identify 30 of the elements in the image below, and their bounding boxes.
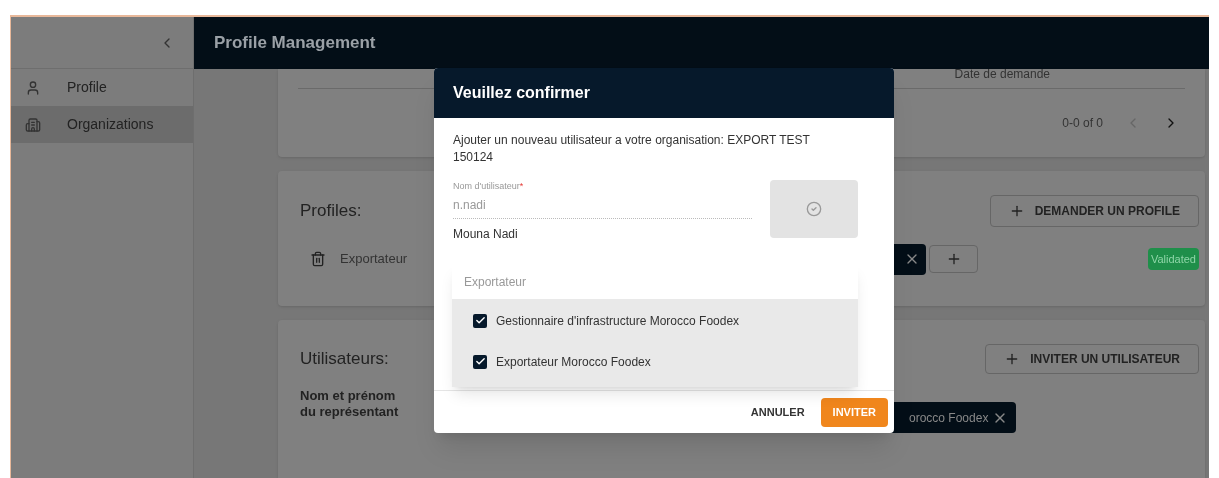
person-icon [25,79,41,96]
dropdown-option[interactable]: Gestionnaire d'infrastructure Morocco Foodex [452,300,858,341]
profile-name: Exportateur [340,250,409,269]
check-circle-icon [806,201,822,217]
invite-user-button[interactable]: INVITER UN UTILISATEUR [985,344,1199,374]
dialog-message: Ajouter un nouveau utilisateur a votre organisation: EXPORT TEST 150124 [453,132,811,166]
checkbox[interactable] [473,354,487,369]
invite-button[interactable]: INVITER [820,397,888,427]
pagination-text: 0-0 of 0 [1062,115,1103,132]
dialog-title: Veuillez confirmer [453,83,590,103]
add-button[interactable] [929,245,978,273]
section-title: Utilisateurs: [300,348,389,371]
section-title: Profiles: [300,200,362,223]
column-header: Date de demande [954,69,1050,83]
dropdown-search-field[interactable]: Exportateur [452,264,858,299]
checkbox[interactable] [473,313,487,328]
building-icon [25,116,41,133]
dropdown-option[interactable]: Exportateur Morocco Foodex [452,341,858,382]
trash-icon[interactable] [310,251,326,267]
check-button[interactable] [770,180,858,238]
field-value: n.nadi [453,196,487,214]
sidebar-item[interactable]: Profile [11,69,193,106]
request-profile-button[interactable]: DEMANDER UN PROFILE [989,195,1199,227]
field-label: Nom d'utilisateur [453,181,520,191]
cancel-button[interactable]: ANNULER [746,398,809,426]
sidebar-item[interactable]: Organizations [11,106,193,143]
column-header: Nom et prénom du représentant [300,388,400,420]
status-badge: Validated [1147,247,1199,271]
page-title: Profile Management [214,32,376,55]
full-name-text: Mouna Nadi [453,225,519,243]
